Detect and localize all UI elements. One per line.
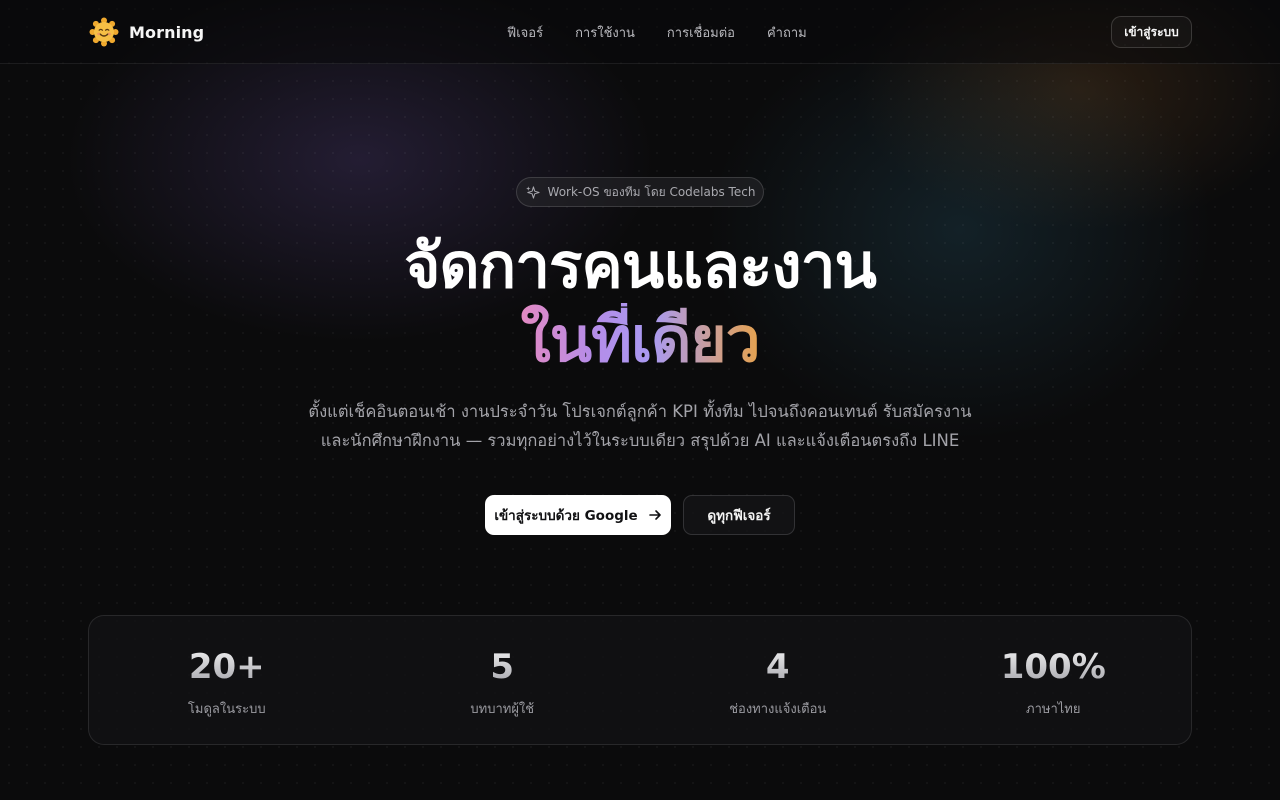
stats-panel: 20+ โมดูลในระบบ 5 บทบาทผู้ใช้ 4 ช่องทางแ…	[88, 615, 1192, 745]
hero-title-line2: ในที่เดียว	[0, 300, 1280, 380]
hero-subtitle: ตั้งแต่เช็คอินตอนเช้า งานประจำวัน โปรเจก…	[240, 397, 1040, 455]
stat-thai-language: 100% ภาษาไทย	[916, 616, 1192, 744]
stat-label: บทบาทผู้ใช้	[470, 702, 535, 717]
brand-name: Morning	[129, 22, 205, 42]
sun-face-icon	[89, 17, 119, 47]
google-login-label: เข้าสู่ระบบด้วย Google	[494, 508, 638, 524]
stat-modules: 20+ โมดูลในระบบ	[89, 616, 365, 744]
stat-roles: 5 บทบาทผู้ใช้	[365, 616, 641, 744]
stat-channels: 4 ช่องทางแจ้งเตือน	[640, 616, 916, 744]
sparkle-icon	[525, 185, 540, 199]
arrow-right-icon	[648, 510, 661, 520]
stat-value: 5	[490, 647, 515, 687]
stat-value: 20+	[188, 647, 265, 687]
view-all-features-button[interactable]: ดูทุกฟีเจอร์	[683, 495, 795, 535]
hero-title-gradient-text: ในที่เดียว	[520, 303, 760, 376]
nav-item-faq[interactable]: คำถาม	[767, 22, 807, 42]
stat-label: โมดูลในระบบ	[187, 702, 266, 717]
hero-badge-text: Work-OS ของทีม โดย Codelabs Tech	[547, 184, 756, 199]
login-button[interactable]: เข้าสู่ระบบ	[1111, 16, 1192, 48]
nav-item-integrations[interactable]: การเชื่อมต่อ	[667, 22, 735, 42]
hero-subtitle-line2: และนักศึกษาฝึกงาน — รวมทุกอย่างไว้ในระบบ…	[320, 431, 960, 450]
stat-value: 100%	[1000, 647, 1106, 687]
stat-label: ภาษาไทย	[1026, 702, 1081, 717]
stat-label: ช่องทางแจ้งเตือน	[729, 702, 827, 717]
hero-badge: Work-OS ของทีม โดย Codelabs Tech	[516, 177, 764, 207]
nav-item-usage[interactable]: การใช้งาน	[575, 22, 635, 42]
hero-subtitle-line1: ตั้งแต่เช็คอินตอนเช้า งานประจำวัน โปรเจก…	[308, 402, 972, 421]
google-login-button[interactable]: เข้าสู่ระบบด้วย Google	[485, 495, 671, 535]
main-nav: ฟีเจอร์ การใช้งาน การเชื่อมต่อ คำถาม	[507, 22, 807, 42]
hero-title-line1: จัดการคนและงาน	[404, 229, 877, 302]
landing-page: Morning ฟีเจอร์ การใช้งาน การเชื่อมต่อ ค…	[0, 0, 1280, 800]
stat-value: 4	[765, 647, 790, 687]
nav-item-features[interactable]: ฟีเจอร์	[507, 22, 543, 42]
brand-logo-link[interactable]: Morning	[89, 16, 204, 48]
site-header: Morning ฟีเจอร์ การใช้งาน การเชื่อมต่อ ค…	[0, 0, 1280, 64]
